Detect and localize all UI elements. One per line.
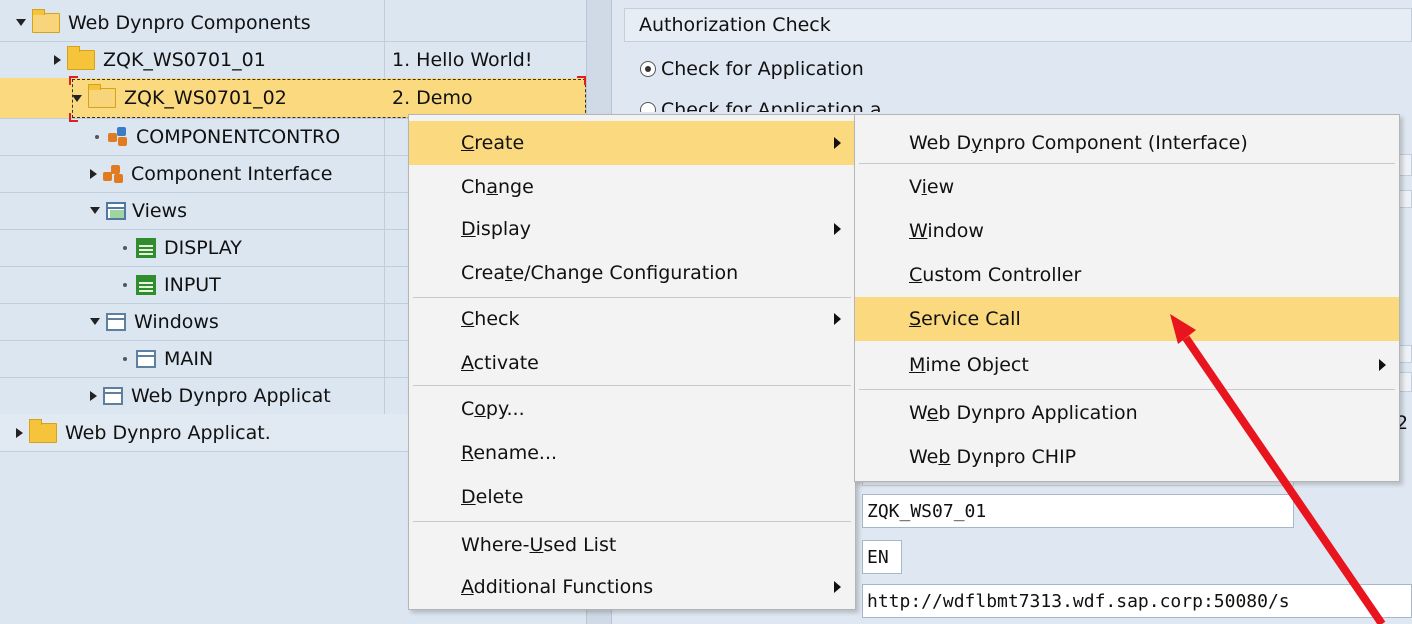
annotation-arrow-line: [1182, 335, 1386, 624]
annotation-arrow-head: [1170, 314, 1196, 344]
annotation-arrow: [1170, 314, 1386, 624]
